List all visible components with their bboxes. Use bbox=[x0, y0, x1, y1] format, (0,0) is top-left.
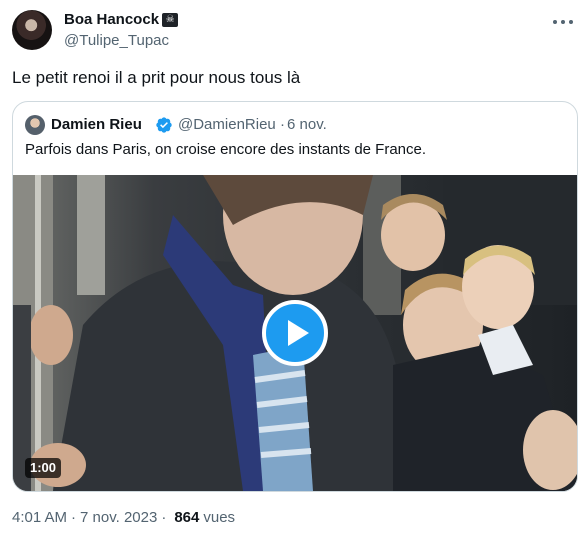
more-options-icon[interactable] bbox=[553, 14, 573, 30]
views-label: vues bbox=[203, 509, 236, 526]
tweet-metadata: 4:01 AM · 7 nov. 2023 · 864 vues bbox=[12, 508, 235, 528]
tweet-time[interactable]: 4:01 AM bbox=[12, 508, 67, 528]
video-player[interactable]: 1:00 bbox=[13, 175, 577, 491]
views-count: 864 bbox=[174, 509, 200, 526]
play-button[interactable] bbox=[262, 300, 328, 366]
quoted-tweet-card[interactable]: Damien Rieu @DamienRieu · 6 nov. Parfois… bbox=[12, 101, 578, 492]
quoted-tweet-text: Parfois dans Paris, on croise encore des… bbox=[25, 141, 427, 158]
author-name-text: Boa Hancock bbox=[64, 11, 160, 28]
play-icon bbox=[287, 320, 309, 346]
verified-badge-icon bbox=[156, 117, 172, 133]
quoted-author-name: Damien Rieu bbox=[51, 116, 142, 133]
quoted-separator: · bbox=[280, 116, 285, 133]
author-avatar[interactable] bbox=[12, 10, 52, 50]
video-duration: 1:00 bbox=[25, 458, 62, 478]
quoted-date: 6 nov. bbox=[287, 116, 327, 133]
author-name[interactable]: Boa Hancock ☠ bbox=[64, 11, 179, 29]
quoted-author-handle: @DamienRieu bbox=[178, 116, 276, 133]
meta-separator-1: · bbox=[71, 509, 77, 526]
tweet-date[interactable]: 7 nov. 2023 bbox=[80, 508, 157, 528]
quoted-author-avatar bbox=[25, 115, 45, 135]
meta-separator-2: · bbox=[161, 509, 167, 526]
tweet-text: Le petit renoi il a prit pour nous tous … bbox=[12, 68, 301, 87]
author-handle[interactable]: @Tulipe_Tupac bbox=[64, 32, 169, 50]
jolly-roger-flag-icon: ☠ bbox=[162, 13, 179, 27]
